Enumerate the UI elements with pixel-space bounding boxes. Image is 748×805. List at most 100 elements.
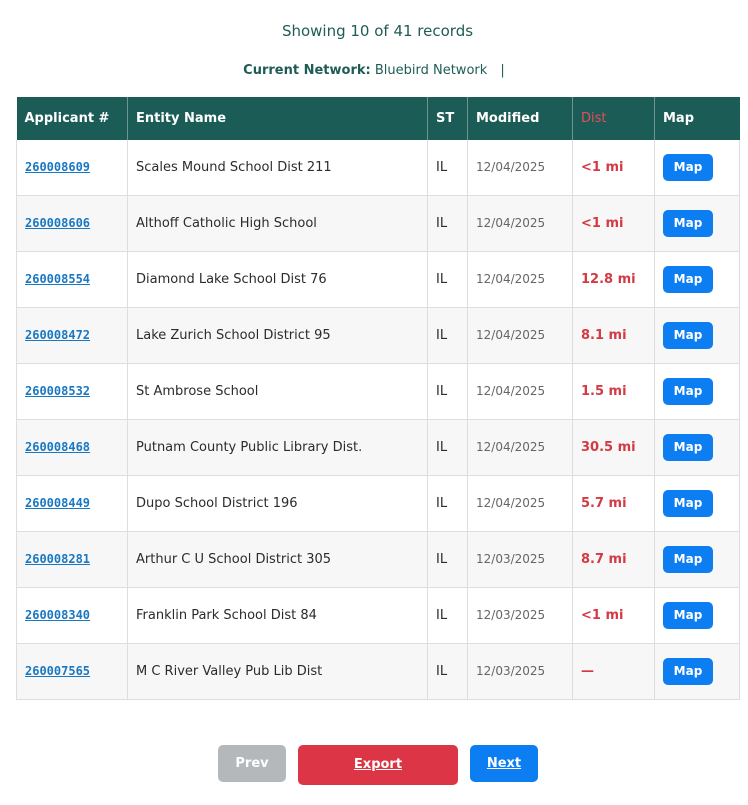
- modified-date-cell: 12/04/2025: [476, 272, 546, 286]
- modified-date-cell: 12/03/2025: [467, 531, 573, 588]
- distance-cell: 1.5 mi: [572, 363, 655, 420]
- map-cell: Map: [654, 307, 740, 364]
- table-row: 260008449 Dupo School District 196 IL 12/04…: [16, 475, 740, 532]
- prev-button[interactable]: Prev: [218, 745, 286, 782]
- entity-name-cell: Diamond Lake School Dist 76: [127, 251, 428, 308]
- map-cell: Map: [654, 587, 740, 644]
- map-button[interactable]: Map: [663, 210, 713, 237]
- entity-name-cell: Franklin Park School Dist 84: [127, 587, 428, 644]
- applicant-number-link[interactable]: 260008472: [25, 328, 90, 342]
- entity-name-cell: Althoff Catholic High School: [127, 195, 428, 252]
- state-cell: IL: [427, 475, 468, 532]
- map-cell: Map: [654, 643, 740, 700]
- applicant-number-link[interactable]: 260008606: [25, 216, 90, 230]
- modified-date-cell: 12/04/2025: [467, 140, 573, 196]
- entity-name-cell: Dupo School District 196: [127, 475, 428, 532]
- distance-cell: <1 mi: [581, 216, 624, 231]
- applicant-number-cell: 260008606: [16, 195, 128, 252]
- table-row: 260008554 Diamond Lake School Dist 76 IL 12…: [16, 251, 740, 308]
- applicant-number-cell: 260008554: [16, 251, 128, 308]
- distance-cell: <1 mi: [572, 195, 655, 252]
- entity-name-cell: Lake Zurich School District 95: [127, 307, 428, 364]
- entity-name-cell: Arthur C U School District 305: [127, 531, 428, 588]
- map-button[interactable]: Map: [663, 490, 713, 517]
- column-header-applicant: Applicant #: [16, 97, 128, 140]
- table-row: 260008340 Franklin Park School Dist 84 IL 1…: [16, 587, 740, 644]
- network-label: Current Network:: [243, 63, 371, 78]
- map-button[interactable]: Map: [663, 658, 713, 685]
- records-summary: Showing 10 of 41 records: [281, 22, 474, 40]
- distance-cell: 1.5 mi: [581, 384, 627, 399]
- applicant-number-cell: 260008449: [16, 475, 128, 532]
- distance-cell: —: [581, 664, 594, 679]
- map-button[interactable]: Map: [663, 266, 713, 293]
- modified-date-cell: 12/03/2025: [476, 664, 546, 678]
- records-page: Showing 10 of 41 records Current Network…: [0, 0, 748, 805]
- state-cell: IL: [427, 531, 468, 588]
- modified-date-cell: 12/04/2025: [467, 307, 573, 364]
- records-table-body: 260008609 Scales Mound School Dist 211 IL 1…: [16, 140, 740, 700]
- applicant-number-link[interactable]: 260008609: [25, 160, 90, 174]
- modified-date-cell: 12/04/2025: [467, 251, 573, 308]
- applicant-number-link[interactable]: 260008340: [25, 608, 90, 622]
- map-button[interactable]: Map: [663, 546, 713, 573]
- records-table-header: Applicant # Entity Name ST Modified Dist…: [16, 97, 740, 140]
- column-header-entity-name: Entity Name: [127, 97, 428, 140]
- distance-cell: <1 mi: [572, 140, 655, 196]
- distance-cell: <1 mi: [581, 160, 624, 175]
- map-button[interactable]: Map: [663, 322, 713, 349]
- distance-cell: 5.7 mi: [581, 496, 627, 511]
- modified-date-cell: 12/03/2025: [467, 587, 573, 644]
- next-button[interactable]: Next: [470, 745, 538, 782]
- state-cell: IL: [427, 587, 468, 644]
- modified-date-cell: 12/04/2025: [467, 419, 573, 476]
- header-row: Applicant # Entity Name ST Modified Dist…: [16, 97, 740, 140]
- column-header-state: ST: [427, 97, 468, 140]
- state-cell: IL: [427, 643, 468, 700]
- state-cell: IL: [427, 307, 468, 364]
- map-button[interactable]: Map: [663, 154, 713, 181]
- distance-cell: 30.5 mi: [572, 419, 655, 476]
- table-row: 260008281 Arthur C U School District 305 I…: [16, 531, 740, 588]
- entity-name-cell: M C River Valley Pub Lib Dist: [127, 643, 428, 700]
- map-cell: Map: [654, 140, 740, 196]
- map-cell: Map: [654, 363, 740, 420]
- current-network: Current Network: Bluebird Network |: [0, 63, 748, 78]
- distance-cell: <1 mi: [572, 587, 655, 644]
- modified-date-cell: 12/03/2025: [467, 643, 573, 700]
- applicant-number-link[interactable]: 260008554: [25, 272, 90, 286]
- applicant-number-cell: 260008472: [16, 307, 128, 364]
- modified-date-cell: 12/04/2025: [467, 363, 573, 420]
- distance-cell: 8.7 mi: [572, 531, 655, 588]
- distance-cell: 8.1 mi: [572, 307, 655, 364]
- map-cell: Map: [654, 475, 740, 532]
- distance-cell: 8.1 mi: [581, 328, 627, 343]
- map-button[interactable]: Map: [663, 434, 713, 461]
- modified-date-cell: 12/03/2025: [476, 552, 546, 566]
- applicant-number-link[interactable]: 260008449: [25, 496, 90, 510]
- state-cell: IL: [427, 140, 468, 196]
- applicant-number-link[interactable]: 260007565: [25, 664, 90, 678]
- distance-cell: <1 mi: [581, 608, 624, 623]
- applicant-number-link[interactable]: 260008281: [25, 552, 90, 566]
- distance-cell: 12.8 mi: [572, 251, 655, 308]
- distance-cell: 8.7 mi: [581, 552, 627, 567]
- map-cell: Map: [654, 251, 740, 308]
- map-button[interactable]: Map: [663, 378, 713, 405]
- entity-name-cell: St Ambrose School: [127, 363, 428, 420]
- table-row: 260007565 M C River Valley Pub Lib Dist IL…: [16, 643, 740, 700]
- column-header-modified: Modified: [467, 97, 573, 140]
- state-cell: IL: [427, 195, 468, 252]
- network-separator: |: [500, 63, 505, 78]
- modified-date-cell: 12/03/2025: [476, 608, 546, 622]
- table-row: 260008468 Putnam County Public Library Di…: [16, 419, 740, 476]
- export-button[interactable]: Export: [298, 745, 458, 785]
- modified-date-cell: 12/04/2025: [467, 195, 573, 252]
- modified-date-cell: 12/04/2025: [476, 440, 546, 454]
- modified-date-cell: 12/04/2025: [467, 475, 573, 532]
- table-row: 260008532 St Ambrose School IL 12/04/2025 1.…: [16, 363, 740, 420]
- applicant-number-link[interactable]: 260008468: [25, 440, 90, 454]
- applicant-number-link[interactable]: 260008532: [25, 384, 90, 398]
- map-button[interactable]: Map: [663, 602, 713, 629]
- records-table: Applicant # Entity Name ST Modified Dist…: [16, 97, 740, 700]
